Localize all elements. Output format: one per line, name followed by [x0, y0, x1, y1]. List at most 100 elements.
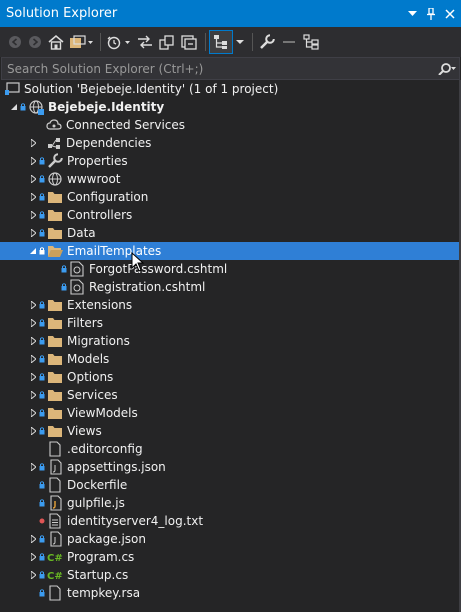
- expand-arrow-icon[interactable]: [28, 530, 38, 548]
- tree-item-view-models[interactable]: ViewModels: [0, 404, 461, 422]
- tree-item-data[interactable]: Data: [0, 224, 461, 242]
- collapse-all-icon[interactable]: [179, 31, 199, 53]
- expand-arrow-icon[interactable]: [28, 188, 38, 206]
- folder-icon: [47, 297, 63, 313]
- tree-item-label: wwwroot: [67, 172, 121, 186]
- tree-item-options[interactable]: Options: [0, 368, 461, 386]
- tree-item-configuration[interactable]: Configuration: [0, 188, 461, 206]
- lock-icon: [38, 332, 45, 350]
- dropdown-icon[interactable]: [404, 6, 420, 22]
- cloud-icon: [46, 117, 62, 133]
- expand-arrow-icon[interactable]: [28, 152, 38, 170]
- tree-item-label: appsettings.json: [67, 460, 166, 474]
- expand-arrow-icon[interactable]: [28, 548, 38, 566]
- back-icon[interactable]: [6, 31, 24, 53]
- tree-item-dependencies[interactable]: Dependencies: [0, 134, 461, 152]
- tree-item-program[interactable]: C# Program.cs: [0, 548, 461, 566]
- tree-item-controllers[interactable]: Controllers: [0, 206, 461, 224]
- mouse-cursor-icon: [131, 251, 145, 276]
- tree-item-label: Program.cs: [67, 550, 135, 564]
- tree-item-label: Extensions: [67, 298, 133, 312]
- tree-item-filters[interactable]: Filters: [0, 314, 461, 332]
- switch-views-icon[interactable]: [68, 31, 94, 53]
- tree-item-label: Dependencies: [66, 136, 152, 150]
- tree-item-label: Solution 'Bejebeje.Identity' (1 of 1 pro…: [24, 82, 279, 96]
- expand-arrow-icon[interactable]: [28, 224, 38, 242]
- close-icon[interactable]: [442, 6, 458, 22]
- lock-icon: [38, 152, 45, 170]
- tree-item-label: EmailTemplates: [67, 244, 162, 258]
- lock-icon: [38, 206, 45, 224]
- tree-item-views[interactable]: Views: [0, 422, 461, 440]
- lock-icon: [38, 548, 45, 566]
- title-bar: Solution Explorer: [0, 0, 461, 27]
- show-all-files-icon[interactable]: [209, 30, 233, 54]
- tree-item-wwwroot[interactable]: wwwroot: [0, 170, 461, 188]
- tree-item-migrations[interactable]: Migrations: [0, 332, 461, 350]
- folder-icon: [47, 225, 63, 241]
- refresh-icon[interactable]: [157, 31, 177, 53]
- expand-arrow-icon[interactable]: [28, 206, 38, 224]
- collapse-arrow-icon[interactable]: [28, 242, 38, 260]
- tree-item-registration[interactable]: Registration.cshtml: [0, 278, 461, 296]
- tree-item-extensions[interactable]: Extensions: [0, 296, 461, 314]
- expand-arrow-icon[interactable]: [28, 386, 38, 404]
- tree-item-forgot-password[interactable]: ForgotPassword.cshtml: [0, 260, 461, 278]
- tree-item-properties[interactable]: Properties: [0, 152, 461, 170]
- search-icon[interactable]: [435, 62, 459, 75]
- tree-item-appsettings[interactable]: appsettings.json: [0, 458, 461, 476]
- tree-item-tempkey[interactable]: tempkey.rsa: [0, 584, 461, 602]
- tree-item-gulpfile[interactable]: gulpfile.js: [0, 494, 461, 512]
- lock-icon: [60, 278, 67, 296]
- expand-arrow-icon[interactable]: [28, 296, 38, 314]
- expand-arrow-icon[interactable]: [28, 404, 38, 422]
- tree-item-models[interactable]: Models: [0, 350, 461, 368]
- expand-arrow-icon[interactable]: [28, 134, 38, 152]
- pin-icon[interactable]: [423, 6, 439, 22]
- tree-item-package[interactable]: package.json: [0, 530, 461, 548]
- tree-item-startup[interactable]: C# Startup.cs: [0, 566, 461, 584]
- folder-icon: [47, 405, 63, 421]
- tree-item-log[interactable]: identityserver4_log.txt: [0, 512, 461, 530]
- expand-arrow-icon[interactable]: [28, 368, 38, 386]
- tree-item-services[interactable]: Services: [0, 386, 461, 404]
- lock-icon: [38, 530, 45, 548]
- view-class-diagram-icon[interactable]: [301, 31, 321, 53]
- expand-arrow-icon[interactable]: [28, 332, 38, 350]
- tree-item-solution[interactable]: Solution 'Bejebeje.Identity' (1 of 1 pro…: [0, 80, 461, 98]
- folder-icon: [47, 333, 63, 349]
- sync-with-active-document-icon[interactable]: [135, 31, 155, 53]
- tree-item-dockerfile[interactable]: Dockerfile: [0, 476, 461, 494]
- tree-item-project[interactable]: Bejebeje.Identity: [0, 98, 461, 116]
- lock-icon: [38, 296, 45, 314]
- excluded-marker-icon: [38, 512, 45, 530]
- preview-selected-items-icon[interactable]: [279, 31, 299, 53]
- csharp-file-icon: C#: [47, 567, 63, 583]
- expand-arrow-icon[interactable]: [28, 566, 38, 584]
- tree-item-email-templates[interactable]: EmailTemplates: [0, 242, 461, 260]
- expand-arrow-icon[interactable]: [28, 314, 38, 332]
- tree-item-label: gulpfile.js: [67, 496, 125, 510]
- expand-arrow-icon[interactable]: [28, 458, 38, 476]
- folder-icon: [47, 369, 63, 385]
- window-title: Solution Explorer: [6, 6, 118, 21]
- show-all-files-dropdown-icon[interactable]: [234, 31, 246, 53]
- lock-icon: [38, 476, 45, 494]
- lock-icon: [38, 584, 45, 602]
- forward-icon[interactable]: [26, 31, 44, 53]
- tree-item-editorconfig[interactable]: .editorconfig: [0, 440, 461, 458]
- home-icon[interactable]: [46, 31, 66, 53]
- pending-changes-filter-icon[interactable]: [105, 31, 133, 53]
- text-file-icon: [47, 513, 63, 529]
- tree-item-label: Registration.cshtml: [89, 280, 206, 294]
- tree-item-label: Properties: [67, 154, 128, 168]
- expand-arrow-icon[interactable]: [28, 350, 38, 368]
- properties-wrench-icon[interactable]: [257, 31, 277, 53]
- expand-arrow-icon[interactable]: [28, 422, 38, 440]
- file-icon: [47, 585, 63, 601]
- tree-item-connected-services[interactable]: Connected Services: [0, 116, 461, 134]
- search-input[interactable]: [2, 60, 435, 77]
- collapse-arrow-icon[interactable]: [9, 98, 19, 116]
- tree-item-label: Options: [67, 370, 114, 384]
- expand-arrow-icon[interactable]: [28, 170, 38, 188]
